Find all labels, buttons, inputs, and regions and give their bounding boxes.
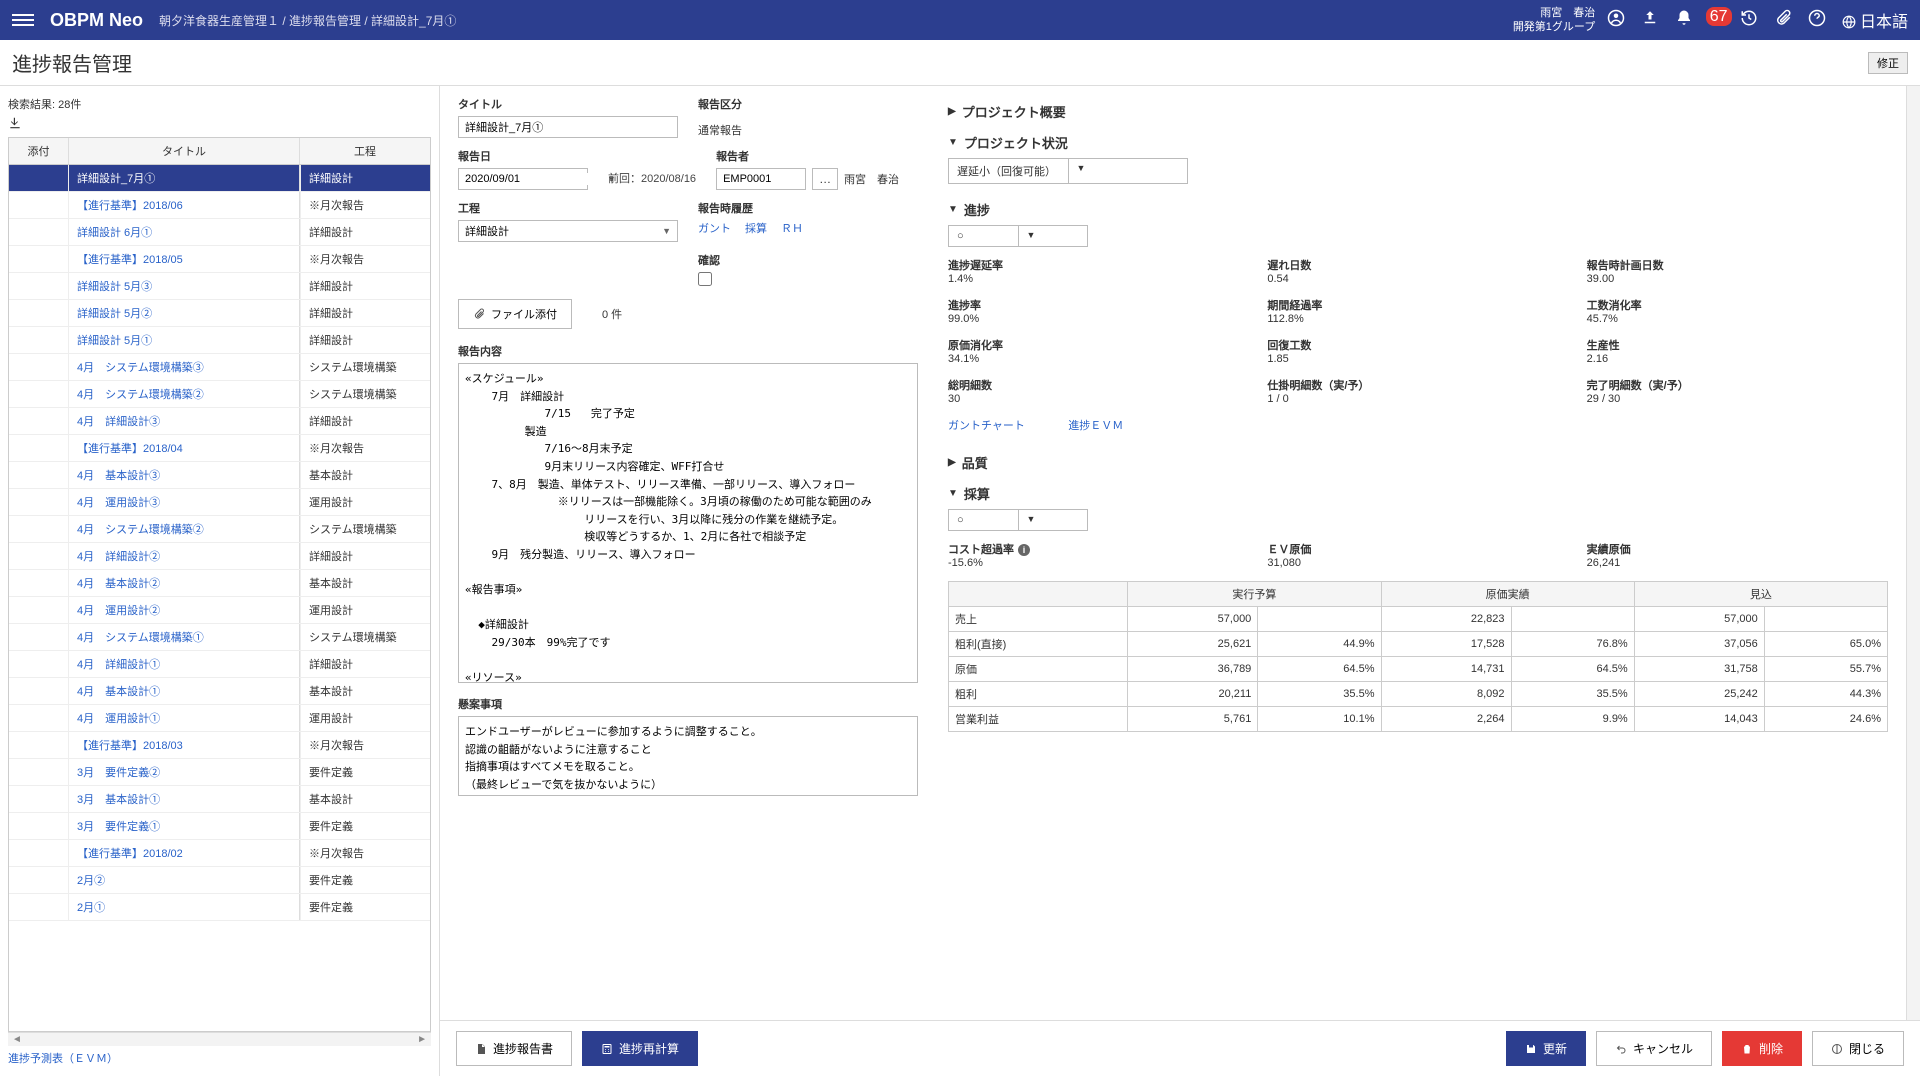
table-row[interactable]: 詳細設計 5月①詳細設計 [9,327,430,354]
process-select[interactable]: ▼ [458,220,678,242]
grid-body[interactable]: 詳細設計_7月①詳細設計【進行基準】2018/06※月次報告詳細設計 6月①詳細… [8,164,431,1032]
previous-date: 前回：2020/08/16 [608,148,696,190]
table-row[interactable]: 3月 要件定義②要件定義 [9,759,430,786]
table-row[interactable]: 【進行基準】2018/04※月次報告 [9,435,430,462]
notification-icon[interactable]: 67 [1675,9,1723,32]
table-row[interactable]: 4月 詳細設計②詳細設計 [9,543,430,570]
issue-label: 懸案事項 [458,696,918,712]
breadcrumb: 朝夕洋食器生産管理１ / 進捗報告管理 / 詳細設計_7月① [159,12,456,29]
reporter-name: 雨宮 春治 [844,171,899,187]
confirm-checkbox[interactable] [698,272,712,286]
table-row[interactable]: 詳細設計_7月①詳細設計 [9,165,430,192]
table-row[interactable]: 【進行基準】2018/06※月次報告 [9,192,430,219]
confirm-label: 確認 [698,252,918,268]
help-icon[interactable] [1808,9,1826,32]
history-icon[interactable] [1740,9,1758,32]
table-row[interactable]: 4月 運用設計①運用設計 [9,705,430,732]
progress-evm-link[interactable]: 進捗ＥＶＭ [1068,417,1123,433]
evm-forecast-link[interactable]: 進捗予測表（ＥＶＭ） [8,1046,431,1070]
delete-button[interactable]: 削除 [1722,1031,1802,1066]
update-button[interactable]: 更新 [1506,1031,1586,1066]
edit-button[interactable]: 修正 [1868,52,1908,74]
section-project-overview[interactable]: ▶プロジェクト概要 [948,96,1888,127]
table-row[interactable]: 詳細設計 5月③詳細設計 [9,273,430,300]
vertical-scrollbar[interactable] [1906,86,1920,1020]
title-label: タイトル [458,96,678,112]
attach-icon[interactable] [1774,9,1792,32]
issue-textarea[interactable] [458,716,918,796]
table-row[interactable]: 4月 基本設計①基本設計 [9,678,430,705]
budget-link[interactable]: 採算 [745,220,767,236]
table-row[interactable]: 4月 システム環境構築②システム環境構築 [9,381,430,408]
progress-report-button[interactable]: 進捗報告書 [456,1031,572,1066]
help-icon[interactable]: i [1018,544,1030,556]
section-budget[interactable]: ▼採算 [948,478,1888,509]
status-select[interactable]: 遅延小（回復可能）▼ [948,158,1188,184]
table-row[interactable]: 2月②要件定義 [9,867,430,894]
table-row[interactable]: 詳細設計 5月②詳細設計 [9,300,430,327]
progress-select[interactable]: ○▼ [948,225,1088,247]
hamburger-menu-icon[interactable] [12,11,34,29]
title-input[interactable] [458,116,678,138]
content-label: 報告内容 [458,343,918,359]
header-user: 雨宮 春治開発第1グループ [1513,6,1595,35]
file-count: 0 件 [602,306,622,322]
table-row[interactable]: 【進行基準】2018/05※月次報告 [9,246,430,273]
download-icon[interactable] [8,116,22,133]
table-row[interactable]: 4月 詳細設計①詳細設計 [9,651,430,678]
table-row[interactable]: 4月 システム環境構築③システム環境構築 [9,354,430,381]
table-row[interactable]: 4月 運用設計②運用設計 [9,597,430,624]
report-type-value: 通常報告 [698,116,918,138]
process-label: 工程 [458,200,678,216]
page-title: 進捗報告管理 [12,48,132,77]
section-quality[interactable]: ▶品質 [948,447,1888,478]
budget-select[interactable]: ○▼ [948,509,1088,531]
table-row[interactable]: 4月 詳細設計③詳細設計 [9,408,430,435]
section-project-status[interactable]: ▼プロジェクト状況 [948,127,1888,158]
table-row[interactable]: 【進行基準】2018/02※月次報告 [9,840,430,867]
report-date-label: 報告日 [458,148,588,164]
table-row[interactable]: 4月 基本設計③基本設計 [9,462,430,489]
upload-icon[interactable] [1641,9,1659,32]
cancel-button[interactable]: キャンセル [1596,1031,1712,1066]
table-row[interactable]: 4月 システム環境構築①システム環境構築 [9,624,430,651]
file-attach-button[interactable]: ファイル添付 [458,299,572,329]
table-row[interactable]: 2月①要件定義 [9,894,430,921]
table-row[interactable]: 3月 要件定義①要件定義 [9,813,430,840]
gantt-chart-link[interactable]: ガントチャート [948,417,1025,433]
cost-table: 実行予算原価実績見込売上57,00022,82357,000粗利(直接)25,6… [948,581,1888,732]
language-selector[interactable]: 日本語 [1842,8,1908,32]
app-title: OBPM Neo [50,10,143,31]
account-icon[interactable] [1607,9,1625,32]
history-label: 報告時履歴 [698,200,918,216]
recalculate-button[interactable]: 進捗再計算 [582,1031,698,1066]
grid-header: 添付 タイトル 工程 [8,137,431,164]
table-row[interactable]: 【進行基準】2018/03※月次報告 [9,732,430,759]
close-button[interactable]: 閉じる [1812,1031,1904,1066]
reporter-code-input[interactable] [716,168,806,190]
reporter-label: 報告者 [716,148,918,164]
section-progress[interactable]: ▼進捗 [948,194,1888,225]
table-row[interactable]: 4月 基本設計②基本設計 [9,570,430,597]
horizontal-scrollbar[interactable]: ◄► [8,1032,431,1046]
progress-metrics: 進捗遅延率1.4%遅れ日数0.54報告時計画日数39.00進捗率99.0%期間経… [948,257,1888,405]
report-date-input[interactable]: ▼ [458,168,588,190]
table-row[interactable]: 詳細設計 6月①詳細設計 [9,219,430,246]
table-row[interactable]: 4月 運用設計③運用設計 [9,489,430,516]
gantt-link[interactable]: ガント [698,220,731,236]
rh-link[interactable]: ＲＨ [781,220,803,236]
search-result-count: 検索結果: 28件 [8,92,431,116]
report-type-label: 報告区分 [698,96,918,112]
table-row[interactable]: 3月 基本設計①基本設計 [9,786,430,813]
table-row[interactable]: 4月 システム環境構築②システム環境構築 [9,516,430,543]
notification-badge: 67 [1706,7,1732,26]
report-content-textarea[interactable] [458,363,918,683]
reporter-lookup-button[interactable]: … [812,168,838,190]
